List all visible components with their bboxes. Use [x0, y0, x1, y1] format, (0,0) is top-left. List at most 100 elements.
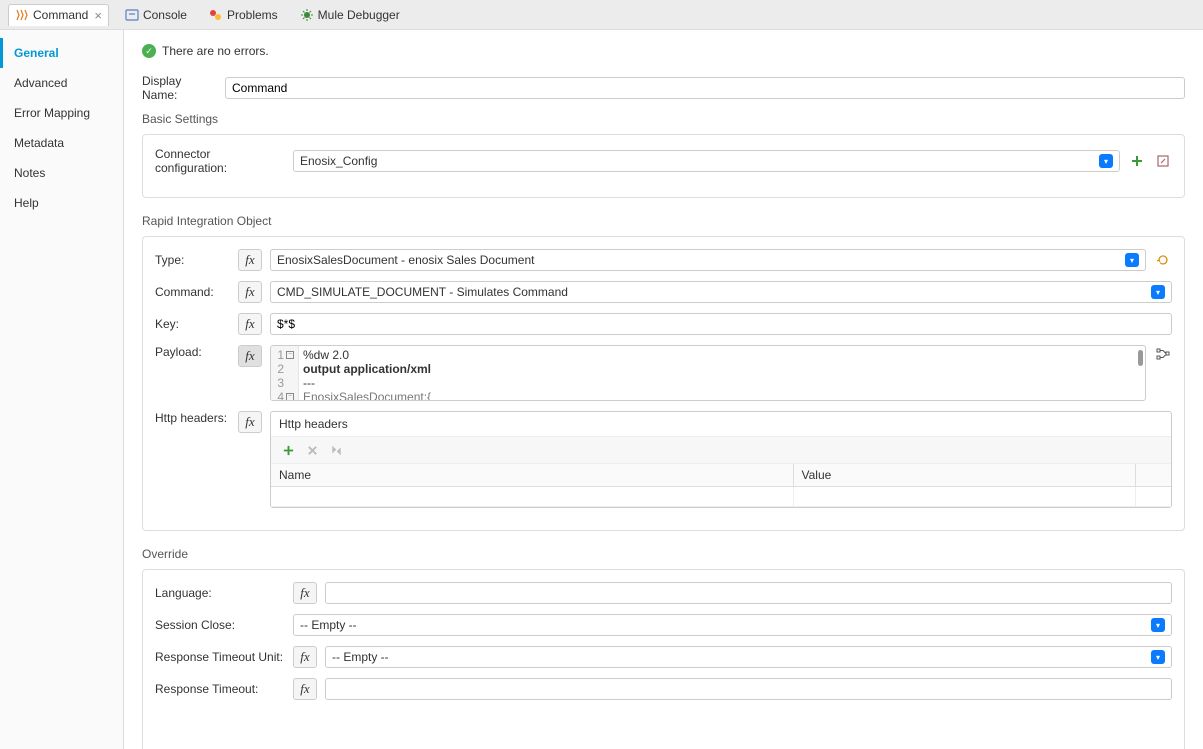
override-title: Override: [142, 547, 1185, 561]
tab-console[interactable]: Console: [119, 5, 193, 25]
type-select[interactable]: EnosixSalesDocument - enosix Sales Docum…: [270, 249, 1146, 271]
table-row[interactable]: [271, 487, 1171, 507]
session-close-select[interactable]: -- Empty -- ▾: [293, 614, 1172, 636]
status-row: ✓ There are no errors.: [142, 44, 1185, 58]
tab-debugger[interactable]: Mule Debugger: [294, 5, 406, 25]
session-close-value: -- Empty --: [300, 618, 357, 632]
language-input[interactable]: [325, 582, 1172, 604]
sidebar-item-help[interactable]: Help: [0, 188, 123, 218]
connector-config-row: Connector configuration: Enosix_Config ▾: [155, 147, 1172, 175]
rtu-select[interactable]: -- Empty -- ▾: [325, 646, 1172, 668]
session-close-label: Session Close:: [155, 618, 285, 632]
sidebar-item-notes[interactable]: Notes: [0, 158, 123, 188]
main-container: General Advanced Error Mapping Metadata …: [0, 30, 1203, 749]
fx-button[interactable]: fx: [238, 345, 262, 367]
display-name-input[interactable]: [225, 77, 1185, 99]
problems-icon: [209, 8, 223, 22]
command-value: CMD_SIMULATE_DOCUMENT - Simulates Comman…: [277, 285, 568, 299]
chevron-down-icon: ▾: [1099, 154, 1113, 168]
chevron-down-icon: ▾: [1151, 618, 1165, 632]
command-select[interactable]: CMD_SIMULATE_DOCUMENT - Simulates Comman…: [270, 281, 1172, 303]
payload-label: Payload:: [155, 345, 230, 359]
language-row: Language: fx: [155, 582, 1172, 604]
rt-label: Response Timeout:: [155, 682, 285, 696]
headers-box-title: Http headers: [271, 412, 1171, 437]
chevron-down-icon: ▾: [1151, 650, 1165, 664]
rt-row: Response Timeout: fx: [155, 678, 1172, 700]
edit-config-button[interactable]: [1154, 152, 1172, 170]
top-tab-bar: Command × Console Problems Mule Debugger: [0, 0, 1203, 30]
tab-command[interactable]: Command ×: [8, 4, 109, 26]
display-name-row: Display Name:: [142, 74, 1185, 102]
rt-input[interactable]: [325, 678, 1172, 700]
refresh-button[interactable]: [1154, 251, 1172, 269]
headers-col-value[interactable]: Value: [793, 464, 1135, 487]
sidebar-item-general[interactable]: General: [0, 38, 123, 68]
tab-console-label: Console: [143, 8, 187, 22]
tab-debugger-label: Mule Debugger: [318, 8, 400, 22]
headers-col-name[interactable]: Name: [271, 464, 793, 487]
fx-button[interactable]: fx: [293, 678, 317, 700]
display-name-label: Display Name:: [142, 74, 217, 102]
connector-config-value: Enosix_Config: [300, 154, 377, 168]
payload-row: Payload: fx 1− 2 3 4− %dw 2.0 output app…: [155, 345, 1172, 401]
sidebar-item-error-mapping[interactable]: Error Mapping: [0, 98, 123, 128]
tab-command-label: Command: [33, 8, 88, 22]
rtu-label: Response Timeout Unit:: [155, 650, 285, 664]
type-row: Type: fx EnosixSalesDocument - enosix Sa…: [155, 249, 1172, 271]
type-label: Type:: [155, 253, 230, 267]
add-config-button[interactable]: [1128, 152, 1146, 170]
headers-box: Http headers: [270, 411, 1172, 508]
headers-col-actions: [1135, 464, 1171, 487]
fx-button[interactable]: fx: [238, 411, 262, 433]
fx-button[interactable]: fx: [293, 646, 317, 668]
tools-button[interactable]: [327, 441, 345, 459]
close-icon[interactable]: ×: [94, 8, 102, 23]
key-input[interactable]: [270, 313, 1172, 335]
code-line-1: %dw 2.0: [303, 348, 431, 362]
type-value: EnosixSalesDocument - enosix Sales Docum…: [277, 253, 534, 267]
code-line-3: ---: [303, 376, 431, 390]
chevron-down-icon: ▾: [1151, 285, 1165, 299]
key-row: Key: fx: [155, 313, 1172, 335]
command-row: Command: fx CMD_SIMULATE_DOCUMENT - Simu…: [155, 281, 1172, 303]
chevron-down-icon: ▾: [1125, 253, 1139, 267]
content-panel: ✓ There are no errors. Display Name: Bas…: [124, 30, 1203, 749]
delete-header-button[interactable]: [303, 441, 321, 459]
command-label: Command:: [155, 285, 230, 299]
scrollbar[interactable]: [1138, 350, 1143, 366]
bug-icon: [300, 8, 314, 22]
console-icon: [125, 8, 139, 22]
rio-title: Rapid Integration Object: [142, 214, 1185, 228]
rio-section: Type: fx EnosixSalesDocument - enosix Sa…: [142, 236, 1185, 531]
override-section: Language: fx Session Close: -- Empty -- …: [142, 569, 1185, 749]
status-text: There are no errors.: [162, 44, 269, 58]
payload-editor[interactable]: 1− 2 3 4− %dw 2.0 output application/xml…: [270, 345, 1146, 401]
sidebar-item-advanced[interactable]: Advanced: [0, 68, 123, 98]
session-close-row: Session Close: -- Empty -- ▾: [155, 614, 1172, 636]
rtu-value: -- Empty --: [332, 650, 389, 664]
ok-icon: ✓: [142, 44, 156, 58]
map-button[interactable]: [1154, 345, 1172, 363]
headers-toolbar: [271, 437, 1171, 464]
fx-button[interactable]: fx: [238, 281, 262, 303]
tab-problems[interactable]: Problems: [203, 5, 284, 25]
code-line-2: output application/xml: [303, 362, 431, 376]
sidebar-item-metadata[interactable]: Metadata: [0, 128, 123, 158]
fx-button[interactable]: fx: [238, 249, 262, 271]
headers-table: Name Value: [271, 464, 1171, 507]
key-label: Key:: [155, 317, 230, 331]
fx-button[interactable]: fx: [238, 313, 262, 335]
editor-lines: %dw 2.0 output application/xml --- Enosi…: [299, 346, 435, 400]
basic-settings-title: Basic Settings: [142, 112, 1185, 126]
add-header-button[interactable]: [279, 441, 297, 459]
connector-config-select[interactable]: Enosix_Config ▾: [293, 150, 1120, 172]
tab-problems-label: Problems: [227, 8, 278, 22]
mule-flow-icon: [15, 8, 29, 22]
headers-label: Http headers:: [155, 411, 230, 425]
code-line-4: EnosixSalesDocument:{: [303, 390, 431, 401]
rtu-row: Response Timeout Unit: fx -- Empty -- ▾: [155, 646, 1172, 668]
language-label: Language:: [155, 586, 285, 600]
headers-row: Http headers: fx Http headers: [155, 411, 1172, 508]
fx-button[interactable]: fx: [293, 582, 317, 604]
